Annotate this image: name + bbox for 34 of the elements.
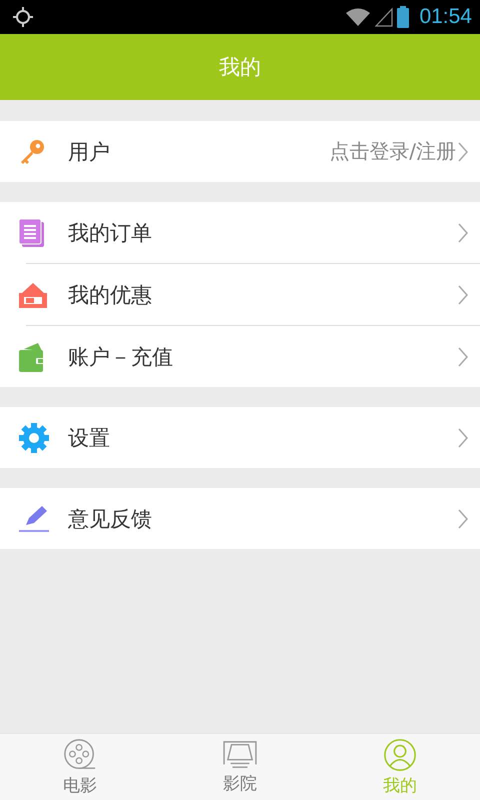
chevron-icon: [458, 142, 468, 162]
wallet-icon: [18, 340, 46, 372]
document-icon: [18, 218, 46, 248]
page-title: 我的: [219, 54, 261, 81]
cinema-screen-icon: [222, 740, 258, 770]
menu-item[interactable]: 我的订单: [0, 202, 480, 263]
menu-item[interactable]: 账户－充值: [0, 326, 480, 387]
settings-icon: [18, 422, 50, 454]
menu-item[interactable]: 用户 点击登录/注册: [0, 121, 480, 182]
menu-label: 账户－充值: [68, 344, 174, 370]
chevron-icon: [458, 346, 468, 366]
chevron-icon: [458, 508, 468, 528]
menu-item[interactable]: 意见反馈: [0, 488, 480, 549]
person-icon: [383, 738, 417, 772]
chevron-icon: [458, 222, 468, 242]
nav-tab[interactable]: 影院: [160, 734, 320, 800]
location-icon: [12, 6, 34, 28]
menu-label: 我的订单: [68, 220, 153, 246]
pencil-icon: [18, 504, 50, 532]
menu-label: 用户: [68, 138, 111, 166]
menu-label: 设置: [68, 424, 111, 452]
menu-label: 意见反馈: [68, 506, 153, 532]
menu-label: 我的优惠: [68, 282, 153, 308]
signal-icon: [375, 7, 394, 27]
menu-item[interactable]: 设置: [0, 407, 480, 468]
menu-item[interactable]: 我的优惠: [0, 264, 480, 325]
battery-icon: [397, 6, 410, 28]
chevron-icon: [458, 284, 468, 304]
wifi-icon: [345, 7, 372, 27]
film-reel-icon: [63, 738, 97, 772]
chevron-icon: [458, 428, 468, 448]
nav-tab[interactable]: 电影: [0, 734, 160, 800]
login-hint: 点击登录/注册: [329, 138, 456, 165]
clock-time: 01:54: [419, 5, 472, 29]
